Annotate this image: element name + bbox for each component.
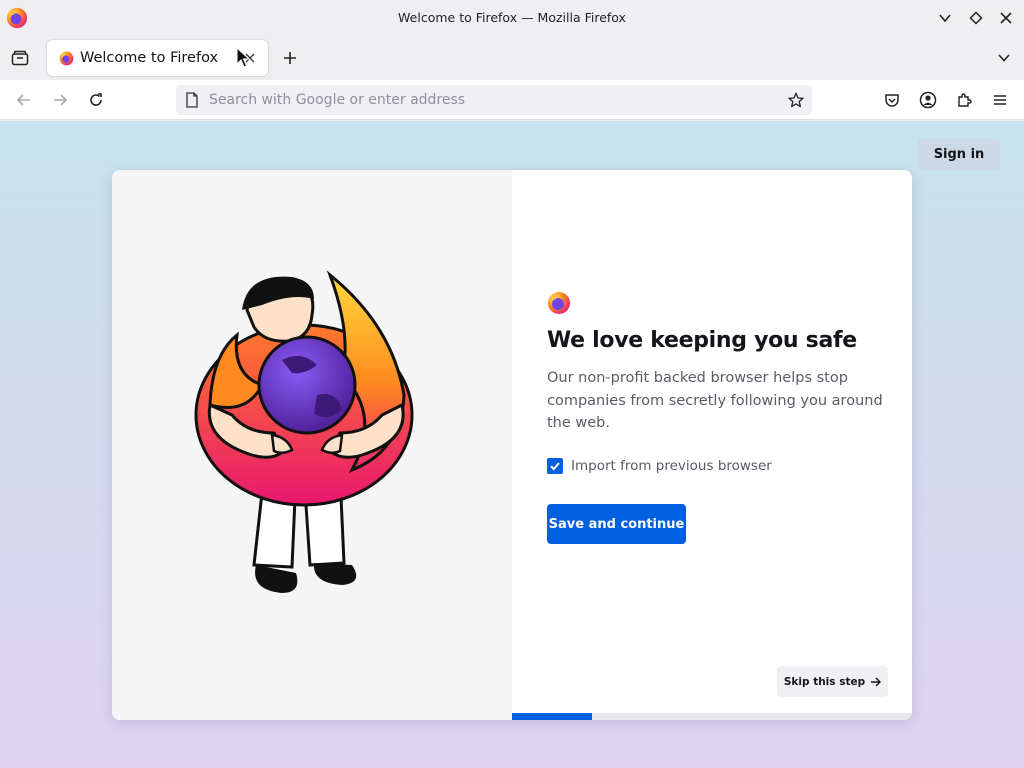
account-icon [919,91,937,109]
arrow-right-icon [871,677,882,686]
close-window-button[interactable] [996,8,1016,28]
chevron-down-icon [939,14,951,23]
firefox-view-icon [11,50,29,66]
onboarding-progress [512,713,912,720]
menu-button[interactable] [988,88,1012,112]
maximize-button[interactable] [966,8,986,28]
mouse-cursor-icon [236,47,250,68]
plus-icon [284,52,296,64]
arrow-right-icon [54,94,68,106]
sign-in-button[interactable]: Sign in [918,139,1000,170]
list-all-tabs-button[interactable] [994,48,1014,68]
chevron-down-icon [998,54,1010,62]
arrow-left-icon [16,94,30,106]
extensions-button[interactable] [952,88,976,112]
save-and-continue-button[interactable]: Save and continue [547,504,686,544]
tab-welcome[interactable]: Welcome to Firefox [47,40,268,76]
bookmark-star-button[interactable] [786,90,806,110]
firefox-logo-icon [548,292,570,314]
navigation-toolbar [0,80,1024,120]
page-heading: We love keeping you safe [547,328,857,353]
close-icon [1000,12,1012,24]
extensions-icon [958,93,972,107]
checkmark-icon [550,462,560,471]
page-description: Our non-profit backed browser helps stop… [547,370,883,431]
account-button[interactable] [916,88,940,112]
tab-label: Welcome to Firefox [80,50,219,66]
reload-button[interactable] [84,88,108,112]
url-bar[interactable] [176,85,812,115]
page-content: Sign in We love keeping you safe Our non… [0,121,1024,768]
content-pane: We love keeping you safe Our non-profit … [512,170,912,720]
import-checkbox[interactable] [547,458,563,474]
star-icon [788,92,804,108]
hugging-globe-illustration [194,270,414,593]
minimize-button[interactable] [935,8,955,28]
back-button[interactable] [12,88,36,112]
firefox-logo-icon [59,51,74,66]
diamond-icon [969,11,983,25]
menu-icon [994,95,1006,105]
pocket-button[interactable] [880,88,904,112]
window-title: Welcome to Firefox — Mozilla Firefox [398,10,626,25]
url-input[interactable] [209,85,769,115]
tab-strip: Welcome to Firefox [0,36,1024,80]
skip-step-label: Skip this step [783,675,866,688]
new-tab-button[interactable] [279,47,301,69]
onboarding-progress-fill [512,713,592,720]
page-icon [186,92,198,108]
illustration-pane [112,170,512,720]
title-bar: Welcome to Firefox — Mozilla Firefox [0,0,1024,36]
firefox-view-button[interactable] [8,46,32,70]
onboarding-card: We love keeping you safe Our non-profit … [112,170,912,720]
pocket-icon [885,94,899,107]
forward-button[interactable] [48,88,72,112]
import-checkbox-label: Import from previous browser [571,458,772,474]
reload-icon [90,93,102,106]
skip-step-button[interactable]: Skip this step [777,666,888,697]
